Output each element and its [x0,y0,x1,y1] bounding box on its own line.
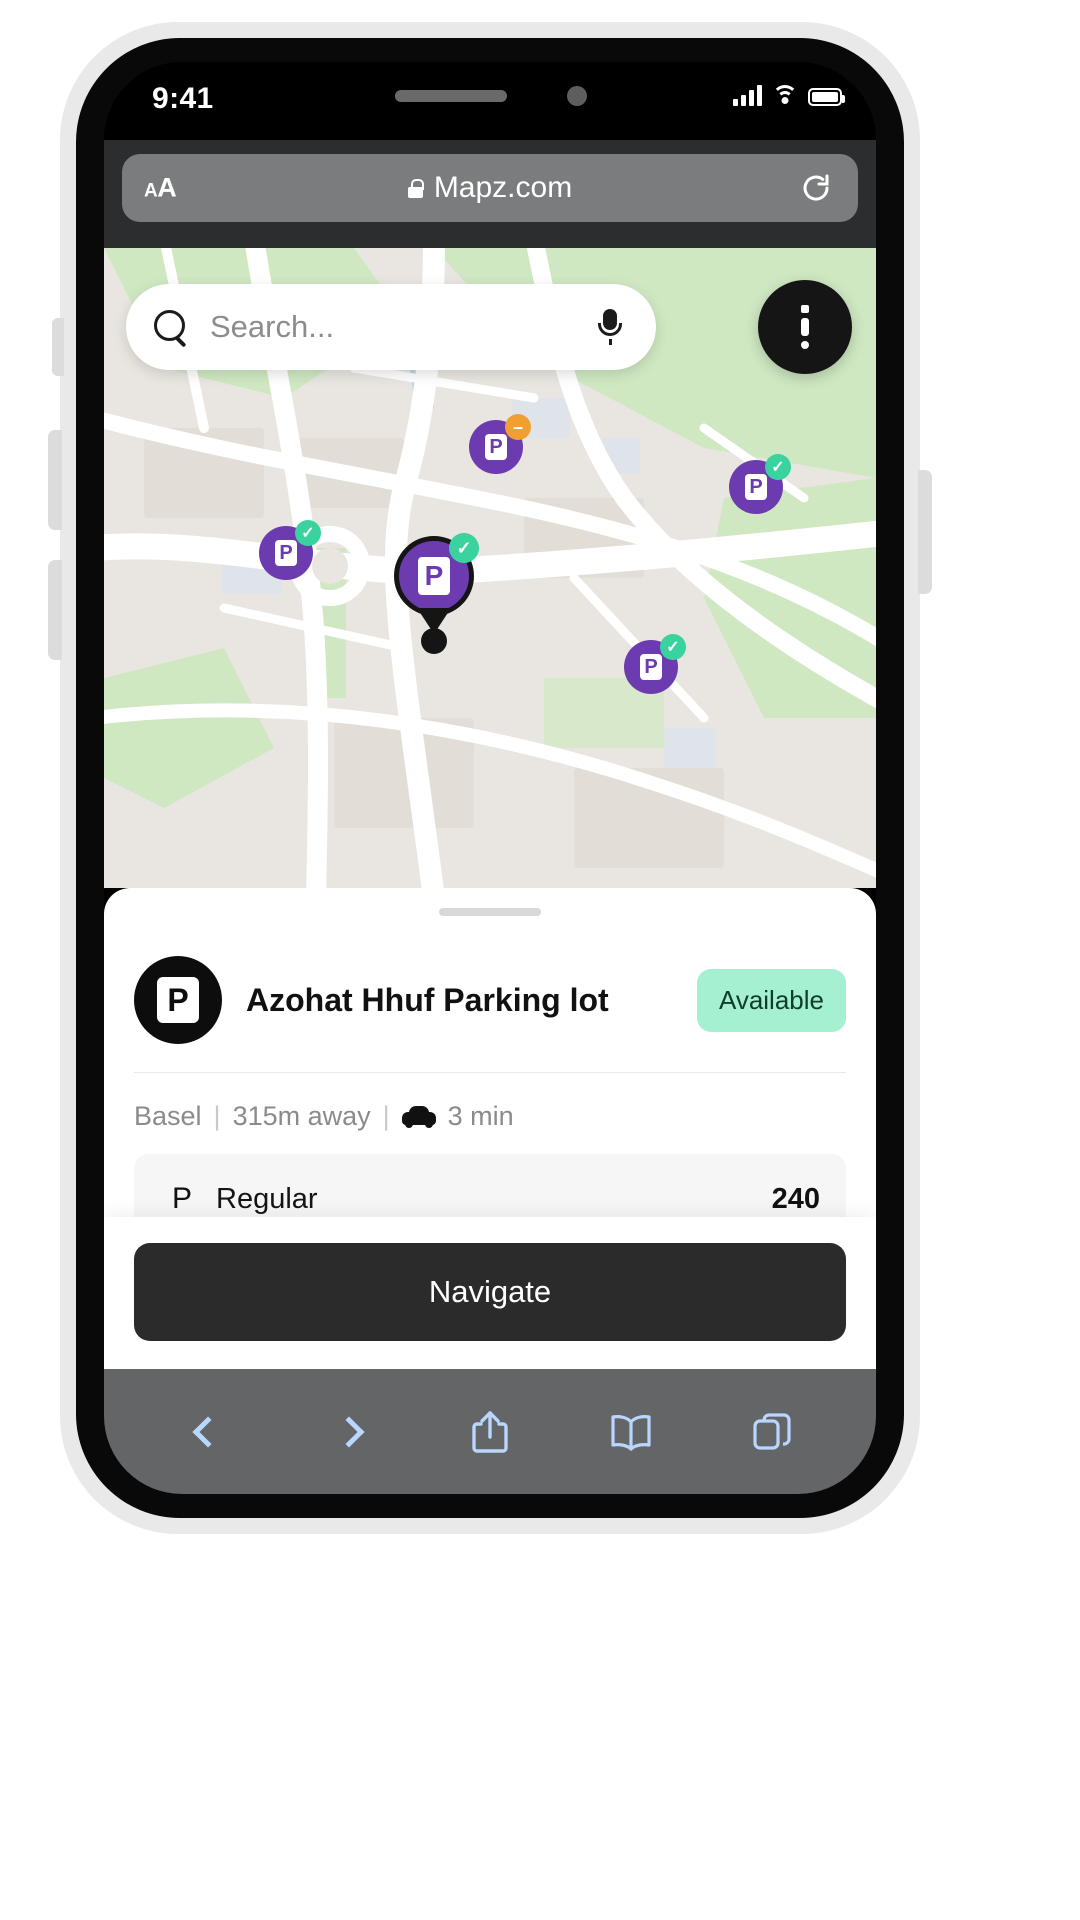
forward-chevron-icon[interactable] [321,1404,377,1460]
list-item-label: Regular [216,1182,318,1215]
list-item-count: 240 [771,1182,820,1215]
earpiece-speaker [395,90,507,102]
meta-separator-1: | [213,1101,221,1131]
location-meta: Basel | 315m away | 3 min [104,1073,876,1132]
address-bar[interactable]: AA Mapz.com [122,154,858,222]
check-badge-icon: ✓ [660,634,686,660]
volume-up-button[interactable] [48,430,62,530]
reload-icon[interactable] [800,172,832,204]
battery-icon [808,88,845,106]
map-pin-selected[interactable]: P ✓ [394,533,479,654]
map-pin-available-3[interactable]: P ✓ [624,634,686,694]
parking-detail-sheet: P Azohat Hhuf Parking lot Available Base… [104,888,876,1369]
search-icon [154,310,188,344]
wifi-icon [772,84,798,106]
avatar-label: P [157,977,199,1023]
page-title: Azohat Hhuf Parking lot [246,981,609,1018]
search-input[interactable]: Search... [210,309,598,345]
more-options-button[interactable] [758,280,852,374]
minus-badge-icon: – [505,414,531,440]
status-icons [733,84,845,106]
mute-switch[interactable] [52,318,64,376]
check-badge-icon: ✓ [449,533,479,563]
meta-distance: 315m away [232,1101,371,1131]
map-pin-available-2[interactable]: P ✓ [259,520,321,580]
meta-city: Basel [134,1101,202,1131]
device-notch [331,62,649,136]
navigate-button[interactable]: Navigate [134,1243,846,1341]
check-badge-icon: ✓ [765,454,791,480]
screenshot-root: Search... P – P ✓ P ✓ P ✓ P ✓ P Azohat H… [0,0,1080,1920]
back-chevron-icon[interactable] [180,1404,236,1460]
cellular-signal-icon [733,84,762,106]
meta-separator-2: | [382,1101,390,1131]
sheet-header: P Azohat Hhuf Parking lot Available [104,932,876,1044]
check-badge-icon: ✓ [295,520,321,546]
status-time: 9:41 [152,82,214,115]
map-canvas[interactable]: Search... P – P ✓ P ✓ P ✓ P ✓ [104,248,876,888]
sheet-drag-handle[interactable] [439,908,541,916]
power-button[interactable] [918,470,932,594]
map-pin-limited[interactable]: P – [469,414,531,474]
car-icon [401,1105,436,1128]
safari-address-bar-container: AA Mapz.com [104,140,876,248]
status-badge: Available [696,968,846,1032]
microphone-icon[interactable] [598,309,622,345]
cta-container: Navigate [104,1217,876,1369]
tabs-icon[interactable] [744,1404,800,1460]
parking-avatar: P [134,956,222,1044]
phone-screen: Search... P – P ✓ P ✓ P ✓ P ✓ P Azohat H… [104,62,876,1494]
safari-bottom-toolbar [104,1369,876,1494]
url-display: Mapz.com [122,171,858,205]
share-icon[interactable] [462,1404,518,1460]
url-text: Mapz.com [433,171,573,204]
front-camera [567,86,587,106]
search-bar[interactable]: Search... [126,284,656,370]
meta-duration: 3 min [447,1101,514,1131]
lock-icon [407,178,424,198]
map-pin-available-1[interactable]: P ✓ [729,454,791,514]
parking-icon: P [171,1182,192,1215]
volume-down-button[interactable] [48,560,62,660]
book-icon[interactable] [603,1404,659,1460]
